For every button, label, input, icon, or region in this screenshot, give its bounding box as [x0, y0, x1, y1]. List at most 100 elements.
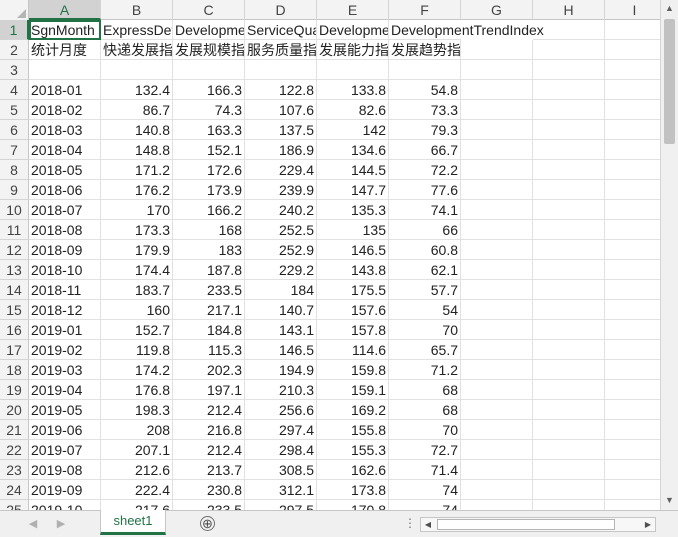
cell-value[interactable]: 173.3	[101, 220, 173, 240]
empty-cell[interactable]	[533, 120, 605, 140]
empty-cell[interactable]	[533, 320, 605, 340]
cell-value[interactable]: 213.7	[173, 460, 245, 480]
cell-a2[interactable]: 统计月度	[29, 40, 101, 60]
empty-cell[interactable]	[317, 60, 389, 80]
cell-value[interactable]: 60.8	[389, 240, 461, 260]
empty-cell[interactable]	[605, 440, 660, 460]
empty-cell[interactable]	[461, 200, 533, 220]
cell-value[interactable]: 140.8	[101, 120, 173, 140]
cell-value[interactable]: 157.6	[317, 300, 389, 320]
sheet-tab-sheet1[interactable]: sheet1	[100, 510, 166, 535]
cell-value[interactable]: 166.2	[173, 200, 245, 220]
empty-cell[interactable]	[605, 100, 660, 120]
cell-value[interactable]: 115.3	[173, 340, 245, 360]
cell-value[interactable]: 216.8	[173, 420, 245, 440]
empty-cell[interactable]	[533, 460, 605, 480]
empty-cell[interactable]	[461, 360, 533, 380]
empty-cell[interactable]	[461, 400, 533, 420]
empty-cell[interactable]	[605, 200, 660, 220]
cell-month[interactable]: 2019-02	[29, 340, 101, 360]
empty-cell[interactable]	[533, 100, 605, 120]
empty-cell[interactable]	[533, 140, 605, 160]
empty-cell[interactable]	[533, 60, 605, 80]
cell-value[interactable]: 54	[389, 300, 461, 320]
cell-month[interactable]: 2018-12	[29, 300, 101, 320]
cell-value[interactable]: 146.5	[317, 240, 389, 260]
empty-cell[interactable]	[461, 140, 533, 160]
cell-value[interactable]: 173.9	[173, 180, 245, 200]
cell-month[interactable]: 2019-09	[29, 480, 101, 500]
empty-cell[interactable]	[533, 200, 605, 220]
cell-b1[interactable]: ExpressDevelopmentIndex	[101, 20, 173, 40]
empty-cell[interactable]	[461, 440, 533, 460]
empty-cell[interactable]	[533, 20, 605, 40]
row-header-20[interactable]: 20	[0, 400, 29, 420]
cell-value[interactable]: 171.2	[101, 160, 173, 180]
row-header-22[interactable]: 22	[0, 440, 29, 460]
cell-f1[interactable]: DevelopmentTrendIndex	[389, 20, 544, 40]
cell-value[interactable]: 174.2	[101, 360, 173, 380]
cell-d2[interactable]: 服务质量指数	[245, 40, 317, 60]
column-header-b[interactable]: B	[101, 0, 173, 20]
add-sheet-icon[interactable]: ⊕	[200, 516, 215, 531]
cell-month[interactable]: 2018-01	[29, 80, 101, 100]
scroll-right-arrow-icon[interactable]: ▶	[641, 518, 655, 531]
cell-month[interactable]: 2019-03	[29, 360, 101, 380]
cell-month[interactable]: 2018-06	[29, 180, 101, 200]
cell-value[interactable]: 252.9	[245, 240, 317, 260]
empty-cell[interactable]	[461, 420, 533, 440]
cell-value[interactable]: 70	[389, 320, 461, 340]
cell-e2[interactable]: 发展能力指数	[317, 40, 389, 60]
empty-cell[interactable]	[461, 340, 533, 360]
row-header-12[interactable]: 12	[0, 240, 29, 260]
row-header-16[interactable]: 16	[0, 320, 29, 340]
cell-value[interactable]: 217.1	[173, 300, 245, 320]
empty-cell[interactable]	[605, 340, 660, 360]
cell-c1[interactable]: DevelopmentScaleIndex	[173, 20, 245, 40]
cell-value[interactable]: 175.5	[317, 280, 389, 300]
cell-value[interactable]: 66	[389, 220, 461, 240]
cell-value[interactable]: 230.8	[173, 480, 245, 500]
cell-value[interactable]: 183	[173, 240, 245, 260]
cell-d1[interactable]: ServiceQualityIndex	[245, 20, 317, 40]
cell-value[interactable]: 152.7	[101, 320, 173, 340]
cell-value[interactable]: 66.7	[389, 140, 461, 160]
cell-c2[interactable]: 发展规模指数	[173, 40, 245, 60]
cell-value[interactable]: 146.5	[245, 340, 317, 360]
select-all-corner[interactable]	[0, 0, 29, 20]
cell-value[interactable]: 135	[317, 220, 389, 240]
column-header-h[interactable]: H	[533, 0, 605, 20]
empty-cell[interactable]	[461, 80, 533, 100]
cell-month[interactable]: 2018-11	[29, 280, 101, 300]
empty-cell[interactable]	[533, 300, 605, 320]
cell-month[interactable]: 2019-10	[29, 500, 101, 510]
column-header-f[interactable]: F	[389, 0, 461, 20]
row-header-21[interactable]: 21	[0, 420, 29, 440]
cell-month[interactable]: 2019-05	[29, 400, 101, 420]
empty-cell[interactable]	[533, 160, 605, 180]
row-header-10[interactable]: 10	[0, 200, 29, 220]
cell-value[interactable]: 176.2	[101, 180, 173, 200]
empty-cell[interactable]	[533, 500, 605, 510]
cell-month[interactable]: 2019-01	[29, 320, 101, 340]
empty-cell[interactable]	[533, 360, 605, 380]
cell-value[interactable]: 170	[101, 200, 173, 220]
scroll-up-arrow-icon[interactable]: ▲	[661, 0, 678, 17]
empty-cell[interactable]	[605, 240, 660, 260]
cell-value[interactable]: 298.4	[245, 440, 317, 460]
cell-value[interactable]: 162.6	[317, 460, 389, 480]
cell-a1[interactable]: SgnMonth	[29, 20, 101, 40]
empty-cell[interactable]	[461, 380, 533, 400]
cell-value[interactable]: 62.1	[389, 260, 461, 280]
row-header-13[interactable]: 13	[0, 260, 29, 280]
empty-cell[interactable]	[533, 240, 605, 260]
vertical-scroll-thumb[interactable]	[664, 19, 675, 144]
next-sheet-icon[interactable]: ▶	[54, 516, 68, 532]
column-header-d[interactable]: D	[245, 0, 317, 20]
cell-value[interactable]: 86.7	[101, 100, 173, 120]
empty-cell[interactable]	[533, 400, 605, 420]
empty-cell[interactable]	[605, 280, 660, 300]
cell-value[interactable]: 74	[389, 480, 461, 500]
column-header-g[interactable]: G	[461, 0, 533, 20]
empty-cell[interactable]	[245, 60, 317, 80]
